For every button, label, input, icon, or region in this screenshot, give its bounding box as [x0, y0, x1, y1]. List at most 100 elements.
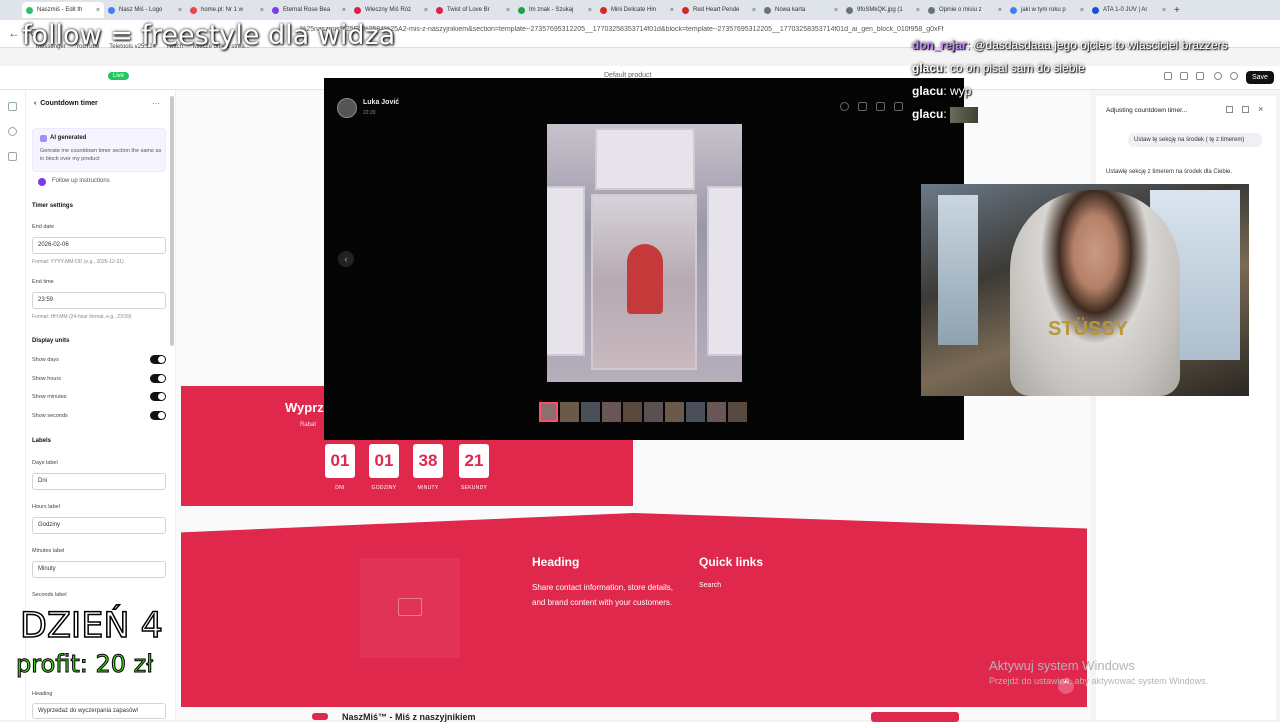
close-icon[interactable]: ×: [1258, 104, 1263, 114]
quick-links-heading: Quick links: [699, 555, 764, 569]
show-minutes-toggle[interactable]: [150, 392, 166, 401]
live-badge: Live: [108, 72, 130, 80]
tab-favicon-icon: [1010, 6, 1017, 14]
download-icon[interactable]: [876, 102, 885, 111]
fullscreen-icon[interactable]: [894, 102, 903, 111]
settings-gear-icon[interactable]: [8, 127, 17, 136]
undo-icon[interactable]: [1214, 72, 1222, 80]
new-tab-icon[interactable]: +: [1174, 5, 1180, 16]
heading-input[interactable]: Wyprzedaż do wyczerpania zapasów!: [32, 703, 166, 719]
hours-label-input[interactable]: Godziny: [32, 517, 166, 534]
photo-thumbnail[interactable]: [581, 402, 600, 422]
browser-tab[interactable]: Twist of Love Br ×: [432, 2, 514, 18]
tab-close-icon[interactable]: ×: [96, 7, 100, 14]
tab-close-icon[interactable]: ×: [342, 7, 346, 14]
desktop-view-icon[interactable]: [1164, 72, 1172, 80]
footer-heading: Heading: [532, 555, 580, 569]
tab-label: Twist of Love Br: [447, 7, 490, 13]
footer-section[interactable]: [181, 513, 1087, 707]
sections-icon[interactable]: [8, 102, 17, 111]
countdown-minutes: 38: [413, 444, 443, 478]
scroll-to-top-button[interactable]: ⌃: [1058, 678, 1074, 694]
ai-sparkle-icon: [40, 135, 47, 142]
tab-close-icon[interactable]: ×: [260, 7, 264, 14]
sender-name: Luka Jović: [363, 99, 400, 106]
minutes-label-input[interactable]: Minuty: [32, 561, 166, 578]
browser-tab[interactable]: jaki w tym roku p ×: [1006, 2, 1088, 18]
tab-close-icon[interactable]: ×: [178, 7, 182, 14]
chat-text: :: [943, 107, 947, 122]
tab-close-icon[interactable]: ×: [752, 7, 756, 14]
days-label-caption: Days label: [32, 460, 58, 466]
browser-tab[interactable]: Nowa karta ×: [760, 2, 842, 18]
tab-close-icon[interactable]: ×: [1080, 7, 1084, 14]
photo-thumbnail[interactable]: [560, 402, 579, 422]
tab-close-icon[interactable]: ×: [916, 7, 920, 14]
show-seconds-toggle[interactable]: [150, 411, 166, 420]
timer-settings-heading: Timer settings: [32, 203, 73, 209]
browser-tab[interactable]: Naszmiś - Edit th ×: [22, 2, 104, 18]
photo-thumbnail[interactable]: [602, 402, 621, 422]
more-options-icon[interactable]: ···: [152, 99, 160, 108]
photo-thumbnail[interactable]: [539, 402, 558, 422]
photo-thumbnail[interactable]: [686, 402, 705, 422]
tab-close-icon[interactable]: ×: [834, 7, 838, 14]
card-right: [707, 186, 742, 356]
settings-scrollbar[interactable]: [170, 96, 174, 346]
minutes-unit-label: MINUTY: [417, 485, 439, 491]
tab-favicon-icon: [354, 6, 361, 14]
follow-up-link[interactable]: Follow up instructions: [52, 178, 110, 184]
browser-tab[interactable]: 9foSMkQK.jpg (1 ×: [842, 2, 924, 18]
end-date-input[interactable]: 2026-02-06: [32, 237, 166, 254]
browser-tab[interactable]: Red Heart Pende ×: [678, 2, 760, 18]
streamer: [1010, 190, 1180, 396]
url-field[interactable]: %25naszmis%25E2%2584%25A2-mis-z-naszyjni…: [300, 26, 980, 40]
tab-label: jaki w tym roku p: [1021, 7, 1066, 13]
zoom-icon[interactable]: [840, 102, 849, 111]
photo-image: [547, 124, 742, 382]
browser-tab[interactable]: Eternal Rose Bea ×: [268, 2, 350, 18]
photo-thumbnail[interactable]: [623, 402, 642, 422]
tab-close-icon[interactable]: ×: [506, 7, 510, 14]
back-arrow-icon[interactable]: ←: [8, 26, 20, 40]
photo-thumbnail[interactable]: [665, 402, 684, 422]
end-time-input[interactable]: 23:59: [32, 292, 166, 309]
bottom-cta-button[interactable]: [871, 712, 959, 722]
store-name[interactable]: [32, 72, 34, 79]
browser-tab[interactable]: Wieczny Miś Róż ×: [350, 2, 432, 18]
apps-grid-icon[interactable]: [8, 152, 17, 161]
brand-name: NaszMiś™ - Miś z naszyjnikiem: [342, 712, 476, 722]
browser-tab[interactable]: Mini Delicate Hin ×: [596, 2, 678, 18]
browser-tab[interactable]: Im znak - Szukaj ×: [514, 2, 596, 18]
footer-search-link[interactable]: Search: [699, 582, 721, 589]
thumbnail-strip[interactable]: [539, 402, 748, 422]
photo-thumbnail[interactable]: [644, 402, 663, 422]
tab-close-icon[interactable]: ×: [424, 7, 428, 14]
redo-icon[interactable]: [1230, 72, 1238, 80]
tab-close-icon[interactable]: ×: [1162, 7, 1166, 14]
show-hours-toggle[interactable]: [150, 374, 166, 383]
tab-label: home.pl: Nr 1 w: [201, 7, 244, 13]
share-icon[interactable]: [858, 102, 867, 111]
mobile-view-icon[interactable]: [1180, 72, 1188, 80]
save-button[interactable]: Save: [1246, 71, 1274, 84]
show-days-toggle[interactable]: [150, 355, 166, 364]
brand-logo: [312, 713, 328, 720]
history-icon[interactable]: [1226, 106, 1233, 113]
browser-tab[interactable]: Opinie o misiu z ×: [924, 2, 1006, 18]
days-label-input[interactable]: Dni: [32, 473, 166, 490]
browser-tab[interactable]: Nasz Miś - Logo ×: [104, 2, 186, 18]
previous-photo-button[interactable]: ‹: [338, 251, 354, 267]
browser-tab[interactable]: home.pl: Nr 1 w ×: [186, 2, 268, 18]
photo-thumbnail[interactable]: [728, 402, 747, 422]
tab-close-icon[interactable]: ×: [670, 7, 674, 14]
expand-icon[interactable]: [1242, 106, 1249, 113]
tab-close-icon[interactable]: ×: [998, 7, 1002, 14]
inspect-icon[interactable]: [1196, 72, 1204, 80]
card-top-center: [595, 128, 695, 190]
ai-card-title: AI generated: [50, 135, 87, 141]
photo-thumbnail[interactable]: [707, 402, 726, 422]
browser-tab[interactable]: ATA 1-0 JUV | Ar ×: [1088, 2, 1170, 18]
windows-activation-subtitle: Przejdź do ustawień, aby aktywować syste…: [989, 676, 1209, 686]
tab-close-icon[interactable]: ×: [588, 7, 592, 14]
